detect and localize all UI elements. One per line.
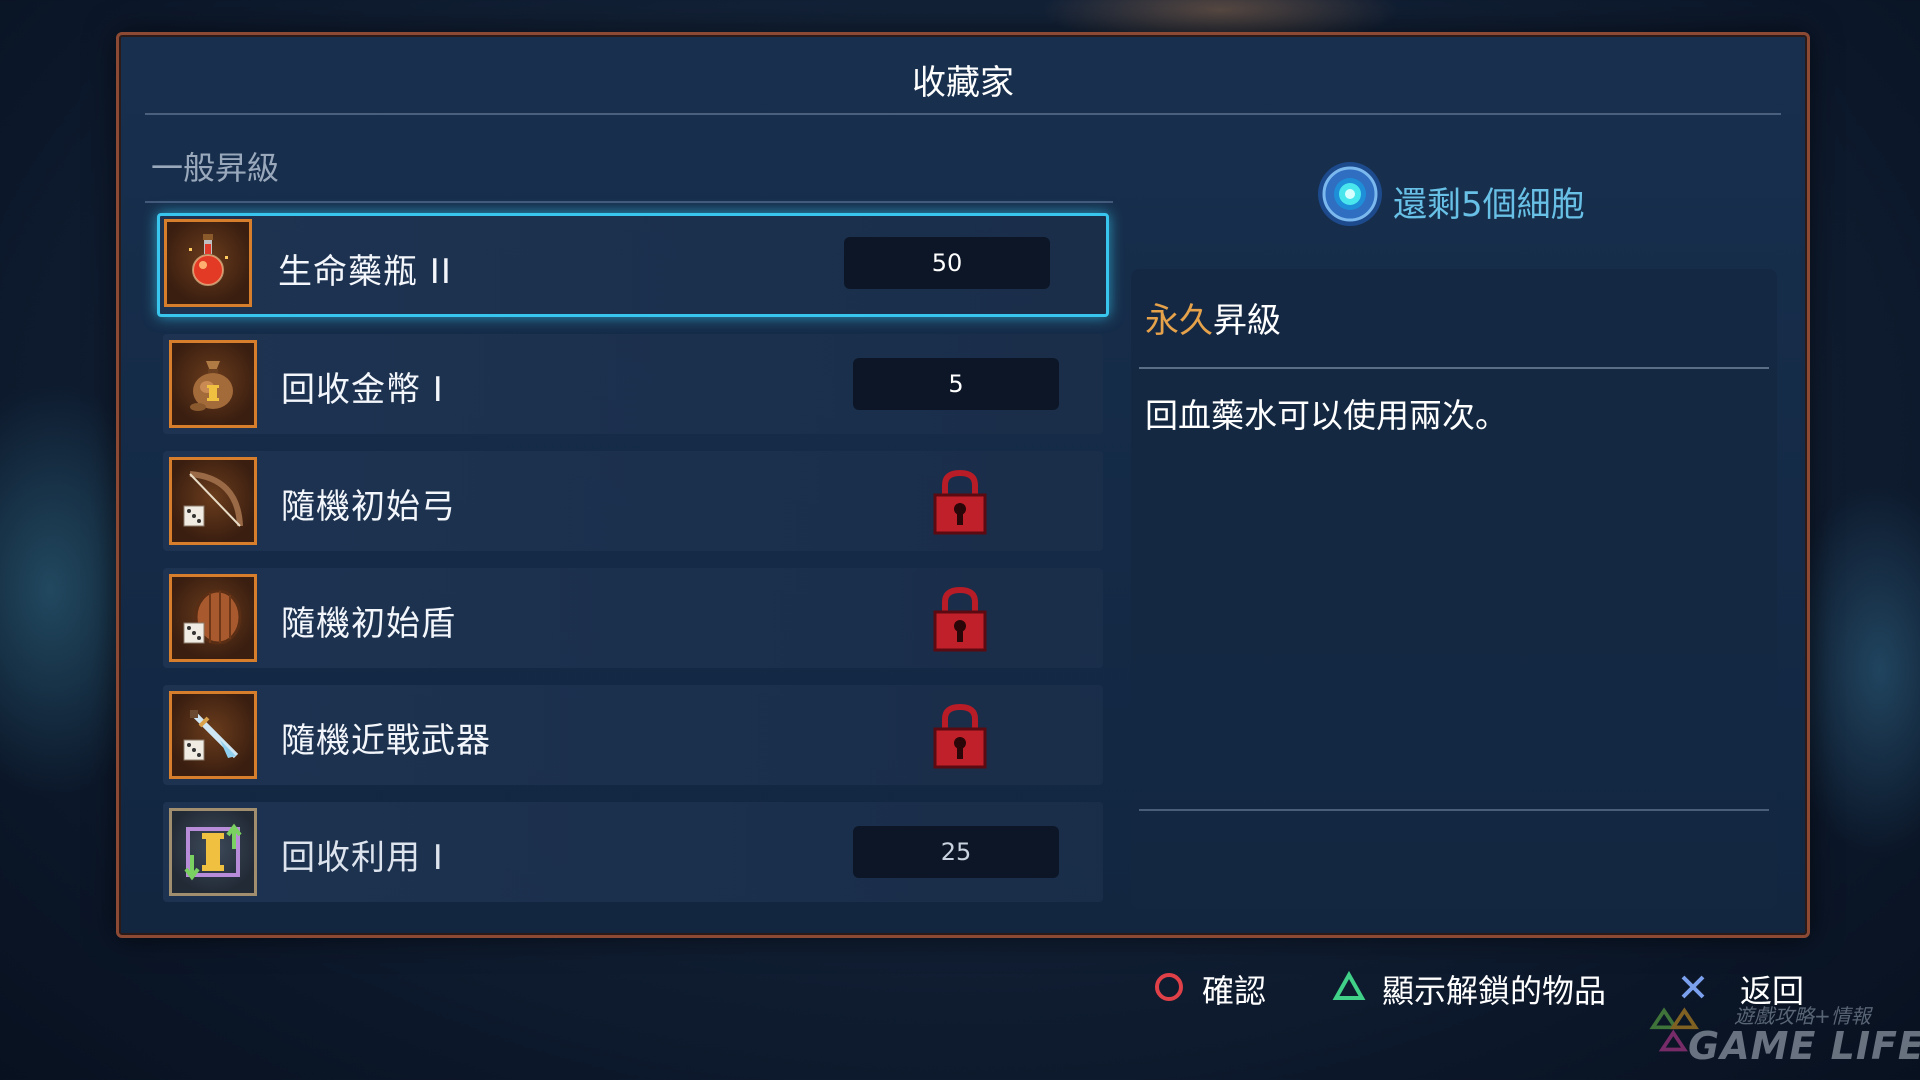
- upgrade-kind-rest: 昇級: [1213, 301, 1281, 341]
- lock-icon: [933, 469, 987, 535]
- recycle-icon: [169, 808, 257, 896]
- show-unlocked-label: 顯示解鎖的物品: [1382, 972, 1607, 1010]
- upgrade-item-name: 隨機近戰武器: [281, 721, 491, 761]
- upgrade-item-recycling[interactable]: 回收利用 I 25: [163, 802, 1103, 902]
- upgrade-cost: 5: [853, 358, 1059, 410]
- upgrade-kind-highlight: 永久: [1145, 301, 1213, 341]
- upgrade-item-name: 隨機初始盾: [281, 604, 456, 644]
- upgrade-item-random-melee[interactable]: 隨機近戰武器: [163, 685, 1103, 785]
- random-melee-weapon-icon: [169, 691, 257, 779]
- upgrade-item-name: 生命藥瓶 II: [278, 252, 452, 292]
- section-label: 一般昇級: [151, 149, 280, 187]
- upgrade-list: 生命藥瓶 II 50 回收金幣 I 5 隨機初始弓 隨機初始盾 隨機近戰武器 回…: [157, 213, 1109, 919]
- panel-title: 收藏家: [912, 63, 1014, 103]
- upgrade-description: 回血藥水可以使用兩次。: [1145, 396, 1508, 435]
- gold-bag-icon: [169, 340, 257, 428]
- cell-icon: [1318, 162, 1382, 226]
- collector-panel: 收藏家 一般昇級 生命藥瓶 II 50 回收金幣 I 5 隨機初始弓 隨機初始盾…: [116, 32, 1810, 938]
- triangle-button-icon: [1332, 970, 1366, 1000]
- upgrade-kind-label: 永久昇級: [1145, 293, 1281, 342]
- upgrade-item-gold-recovery[interactable]: 回收金幣 I 5: [163, 334, 1103, 434]
- section-divider: [145, 201, 1113, 203]
- confirm-label: 確認: [1202, 972, 1267, 1010]
- random-bow-icon: [169, 457, 257, 545]
- lock-icon: [933, 586, 987, 652]
- upgrade-item-random-bow[interactable]: 隨機初始弓: [163, 451, 1103, 551]
- health-flask-icon: [164, 219, 252, 307]
- watermark-title: GAME LIFE: [1688, 1024, 1920, 1068]
- watermark: 遊戲攻略+情報 GAME LIFE: [1640, 994, 1920, 1074]
- upgrade-cost: 25: [853, 826, 1059, 878]
- cells-remaining-text: 還剩5個細胞: [1393, 185, 1585, 225]
- upgrade-item-name: 回收金幣 I: [281, 370, 444, 410]
- detail-divider-bottom: [1139, 809, 1769, 811]
- upgrade-cost: 50: [844, 237, 1050, 289]
- upgrade-item-name: 回收利用 I: [281, 838, 444, 878]
- title-divider: [145, 113, 1781, 115]
- upgrade-item-health-flask[interactable]: 生命藥瓶 II 50: [157, 213, 1109, 317]
- lock-icon: [933, 703, 987, 769]
- upgrade-item-name: 隨機初始弓: [281, 487, 456, 527]
- random-shield-icon: [169, 574, 257, 662]
- detail-panel: 永久昇級 回血藥水可以使用兩次。: [1131, 269, 1777, 909]
- detail-divider-top: [1139, 367, 1769, 369]
- circle-button-icon: [1155, 973, 1183, 1001]
- upgrade-item-random-shield[interactable]: 隨機初始盾: [163, 568, 1103, 668]
